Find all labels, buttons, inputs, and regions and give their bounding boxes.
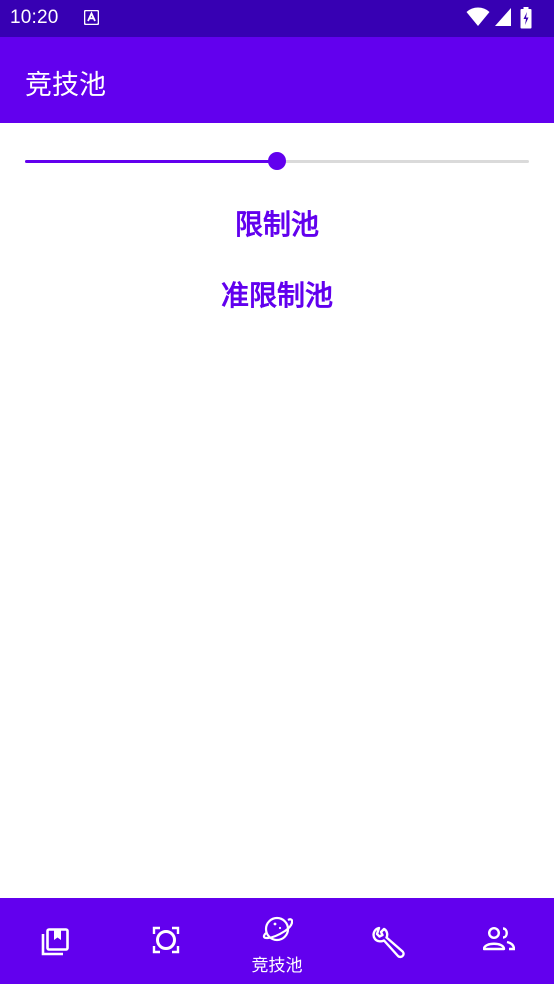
slider-thumb[interactable] xyxy=(268,152,286,170)
nav-item-tools[interactable] xyxy=(332,898,443,984)
bottom-navigation: 竞技池 xyxy=(0,898,554,984)
status-bar: 10:20 xyxy=(0,0,554,37)
notification-a-icon xyxy=(83,9,100,26)
limited-pool-button[interactable]: 限制池 xyxy=(0,203,554,243)
wrench-icon xyxy=(371,926,405,964)
app-bar: 竞技池 xyxy=(0,37,554,123)
card-scan-icon xyxy=(152,926,180,958)
pool-slider[interactable] xyxy=(25,150,529,174)
nav-item-library[interactable] xyxy=(0,898,111,984)
nav-item-people[interactable] xyxy=(443,898,554,984)
signal-icon xyxy=(495,8,511,26)
battery-icon xyxy=(520,7,532,29)
main-content: 限制池 准限制池 xyxy=(0,123,554,898)
wifi-icon xyxy=(466,7,490,26)
slider-active-track xyxy=(25,160,277,163)
semi-limited-pool-button[interactable]: 准限制池 xyxy=(0,274,554,314)
nav-label-arena: 竞技池 xyxy=(251,956,303,976)
library-bookmark-icon xyxy=(39,926,71,962)
planet-icon xyxy=(261,914,294,948)
page-title: 竞技池 xyxy=(25,70,106,101)
nav-item-arena[interactable]: 竞技池 xyxy=(222,898,333,984)
people-icon xyxy=(482,926,515,956)
status-time: 10:20 xyxy=(10,7,59,28)
nav-item-scan[interactable] xyxy=(111,898,222,984)
